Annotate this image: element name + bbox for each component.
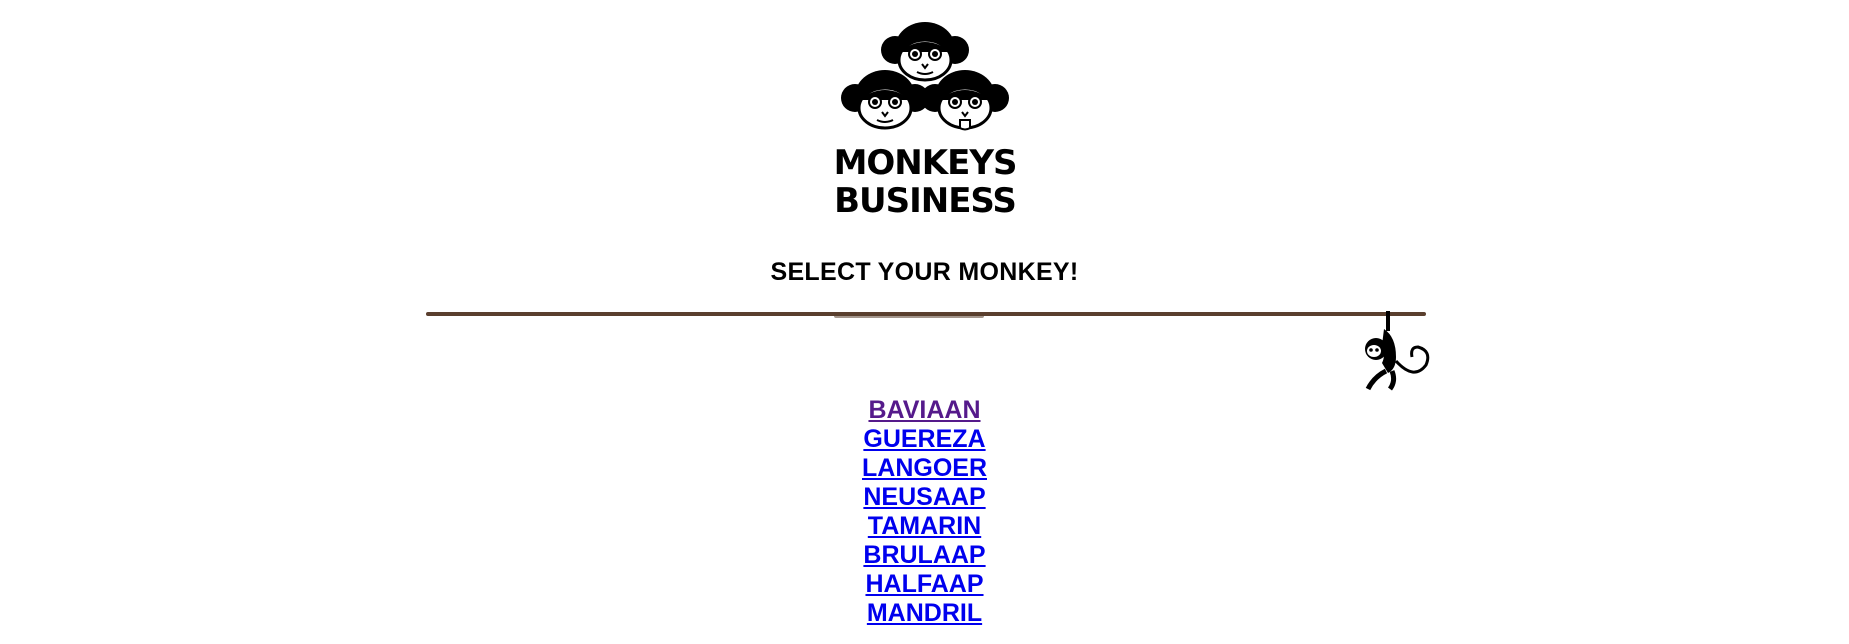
list-item: TAMARIN: [0, 512, 1849, 541]
monkey-link-halfaap[interactable]: HALFAAP: [865, 570, 983, 598]
monkey-link-list: BAVIAAN GUEREZA LANGOER NEUSAAP TAMARIN …: [0, 396, 1849, 628]
monkey-link-brulaap[interactable]: BRULAAP: [863, 541, 985, 569]
monkey-link-mandril[interactable]: MANDRIL: [867, 599, 982, 627]
monkey-link-langoer[interactable]: LANGOER: [862, 454, 987, 482]
list-item: LANGOER: [0, 454, 1849, 483]
hanging-monkey-icon: [1356, 311, 1432, 391]
logo-text-line1: MONKEYS: [834, 143, 1017, 183]
monkey-link-guereza[interactable]: GUEREZA: [863, 425, 985, 453]
list-item: BRULAAP: [0, 541, 1849, 570]
three-monkeys-logo-icon: MONKEYS BUSINESS: [834, 22, 1017, 221]
monkeys-business-logo: MONKEYS BUSINESS: [833, 14, 1033, 224]
list-item: HALFAAP: [0, 570, 1849, 599]
list-item: BAVIAAN: [0, 396, 1849, 425]
monkey-link-neusaap[interactable]: NEUSAAP: [863, 483, 985, 511]
list-item: NEUSAAP: [0, 483, 1849, 512]
list-item: GUEREZA: [0, 425, 1849, 454]
logo-text-line2: BUSINESS: [834, 181, 1016, 221]
list-item: MANDRIL: [0, 599, 1849, 628]
monkey-link-tamarin[interactable]: TAMARIN: [868, 512, 981, 540]
monkey-link-baviaan[interactable]: BAVIAAN: [868, 396, 980, 424]
page: MONKEYS BUSINESS SELECT YOUR MONKEY! BAV…: [0, 0, 1849, 644]
page-title: SELECT YOUR MONKEY!: [770, 258, 1079, 286]
vine-knot: [834, 314, 984, 318]
